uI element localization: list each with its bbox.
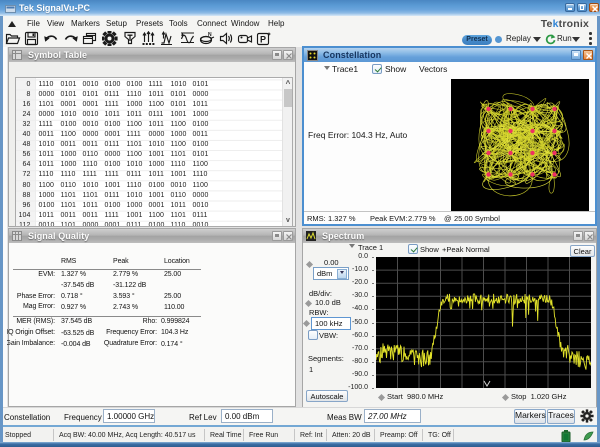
svg-text:N: N <box>208 32 212 38</box>
svg-text:P: P <box>260 35 266 45</box>
